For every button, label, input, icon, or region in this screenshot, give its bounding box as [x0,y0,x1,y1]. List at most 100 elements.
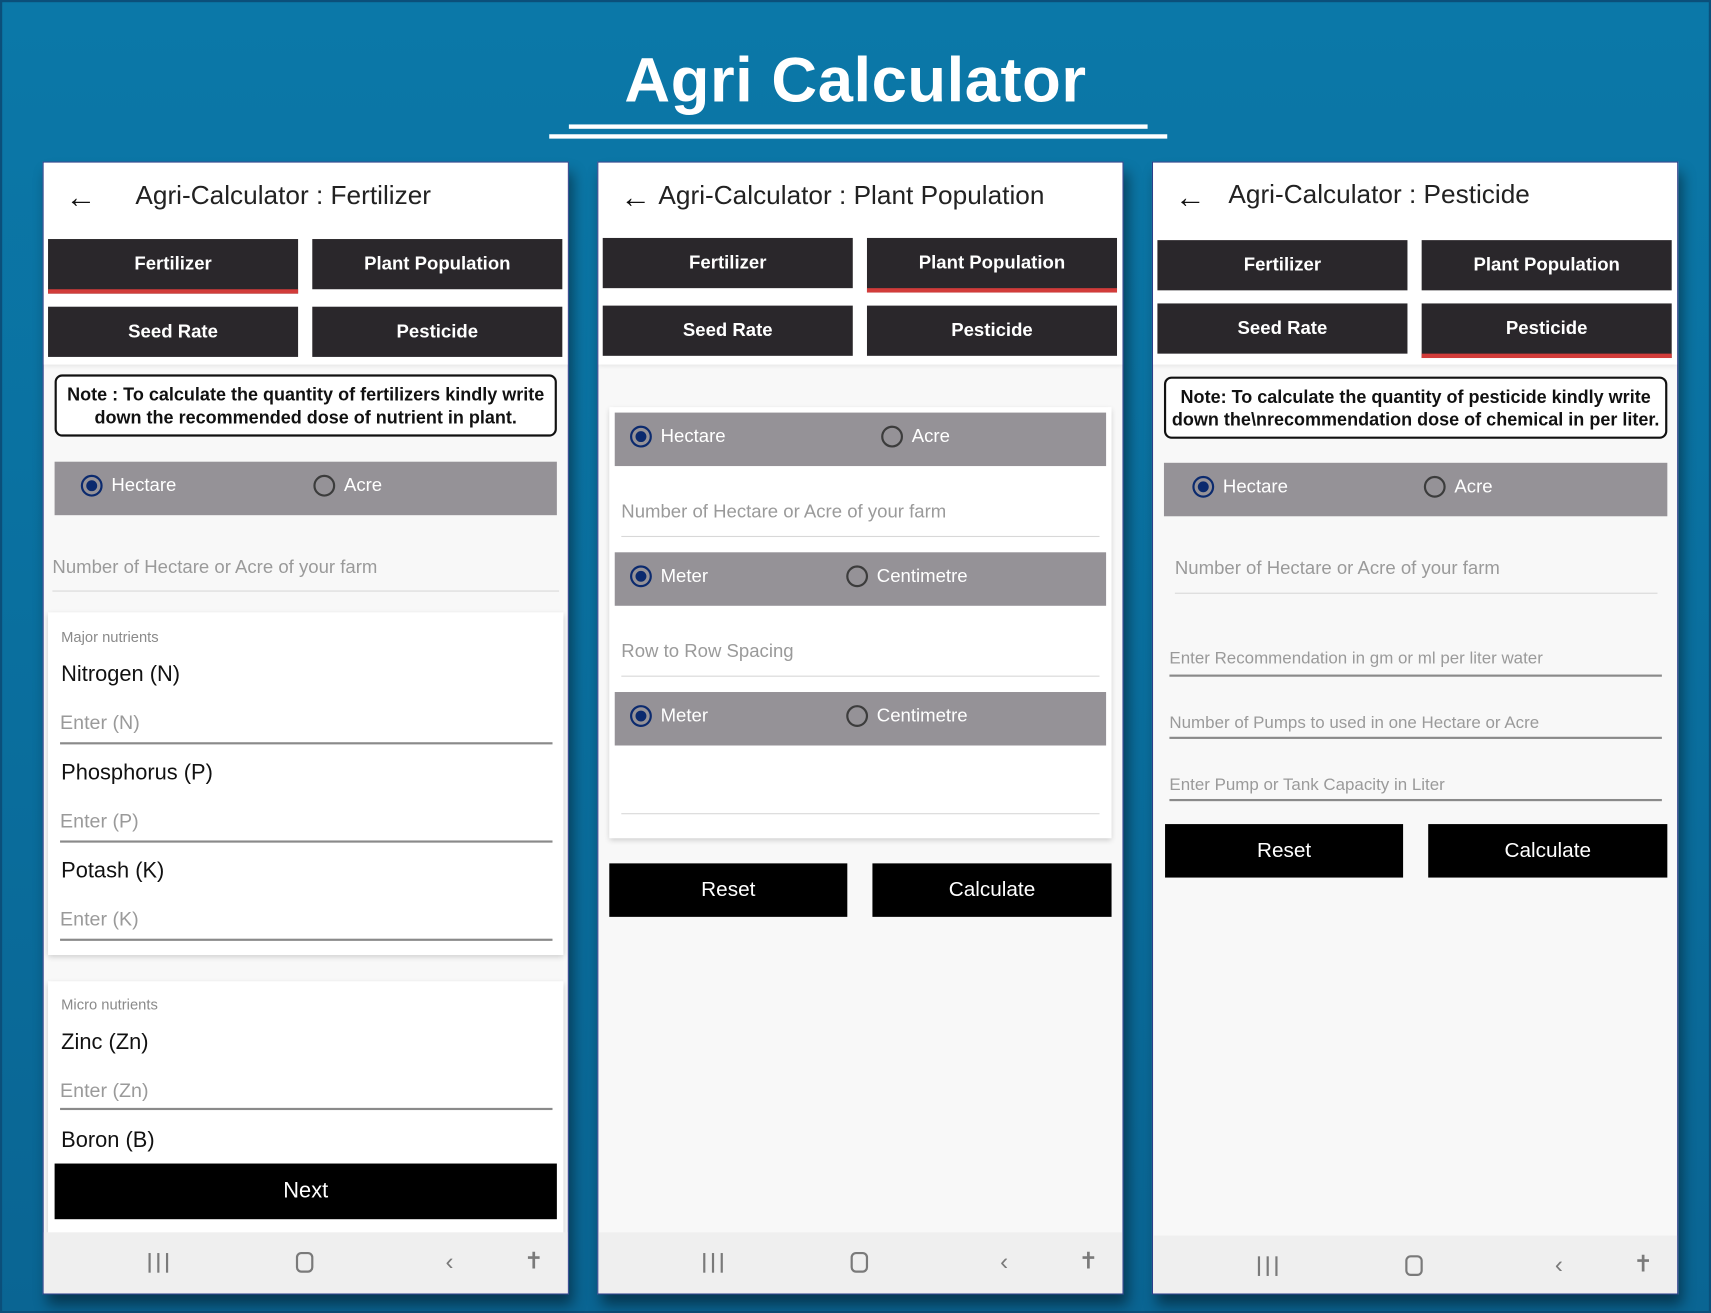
arrow-left-icon[interactable]: ← [620,180,651,215]
tab-fertilizer[interactable]: Fertilizer [48,239,299,294]
app-bar: ← Agri-Calculator : Pesticide Fertilizer… [1153,162,1678,365]
radio-meter[interactable]: Meter [630,705,708,727]
radio-hectare[interactable]: Hectare [1192,475,1288,498]
farm-size-field[interactable] [621,500,1100,523]
tab-seed-rate[interactable]: Seed Rate [48,306,299,357]
radio-checked-icon [630,705,652,727]
accessibility-icon[interactable]: ✝ [1079,1248,1098,1275]
radio-acre[interactable]: Acre [313,474,383,497]
capacity-input[interactable] [1169,774,1662,802]
phosphorus-field[interactable] [60,809,553,833]
recent-apps-icon[interactable] [1257,1256,1278,1276]
tab-fertilizer[interactable]: Fertilizer [602,237,853,289]
radio-checked-icon [80,474,103,497]
pumps-input[interactable] [1169,712,1662,739]
app-title: Agri-Calculator : Fertilizer [135,181,432,211]
recommendation-field[interactable] [1169,649,1662,670]
radio-checked-icon [630,425,652,448]
unit-radio-group: Hectare Acre [54,461,557,516]
nutrient-label: Boron (B) [61,1128,155,1153]
home-icon[interactable] [295,1251,314,1273]
row-spacing-input[interactable] [621,640,1100,677]
radio-label: Meter [660,705,709,726]
reset-button[interactable]: Reset [609,863,848,917]
next-button[interactable]: Next [54,1163,557,1220]
calculate-button[interactable]: Calculate [1428,824,1668,878]
farm-size-field[interactable] [52,556,560,579]
radio-centimetre[interactable]: Centimetre [846,705,968,727]
farm-size-input[interactable] [52,556,560,592]
section-label: Micro nutrients [61,996,158,1013]
title-underline [568,124,1148,129]
accessibility-icon[interactable]: ✝ [1633,1251,1652,1278]
spacing-unit-radio-group-2: Meter Centimetre [614,692,1107,746]
back-nav-icon[interactable]: ‹ [445,1248,453,1276]
phosphorus-input[interactable] [60,809,553,843]
radio-hectare[interactable]: Hectare [630,425,726,448]
tab-fertilizer[interactable]: Fertilizer [1157,240,1408,291]
system-nav-bar: ‹ ✝ [598,1232,1123,1294]
radio-unchecked-icon [313,474,336,497]
capacity-field[interactable] [1169,776,1662,796]
stage: Agri Calculator ← Agri-Calculator : Fert… [0,0,1711,1313]
recent-apps-icon[interactable] [148,1253,169,1273]
radio-hectare[interactable]: Hectare [80,474,177,497]
radio-centimetre[interactable]: Centimetre [846,565,968,588]
tab-seed-rate[interactable]: Seed Rate [1157,303,1408,354]
radio-unchecked-icon [1423,475,1446,498]
farm-size-field[interactable] [1174,557,1658,580]
home-icon[interactable] [850,1251,869,1273]
app-bar: ← Agri-Calculator : Plant Population Fer… [598,162,1123,365]
note-box: Note : To calculate the quantity of fert… [54,374,557,437]
radio-unchecked-icon [881,425,904,448]
radio-label: Hectare [111,474,177,496]
calculate-button[interactable]: Calculate [872,863,1112,917]
system-nav-bar: ‹ ✝ [43,1232,568,1294]
note-box: Note: To calculate the quantity of pesti… [1163,376,1668,439]
radio-unchecked-icon [846,705,869,727]
tab-pesticide[interactable]: Pesticide [1421,303,1672,359]
accessibility-icon[interactable]: ✝ [524,1248,543,1275]
radio-checked-icon [1192,475,1215,498]
pumps-field[interactable] [1169,713,1662,734]
farm-size-input[interactable] [1174,557,1658,594]
phone-plant-population: ← Agri-Calculator : Plant Population Fer… [597,161,1124,1295]
radio-acre[interactable]: Acre [1423,475,1493,498]
phone-pesticide: ← Agri-Calculator : Pesticide Fertilizer… [1151,161,1679,1295]
radio-label: Acre [1454,475,1493,497]
arrow-left-icon[interactable]: ← [1175,180,1206,215]
phone-fertilizer: ← Agri-Calculator : Fertilizer Fertilize… [42,161,569,1295]
app-title: Agri-Calculator : Pesticide [1228,180,1530,210]
home-icon[interactable] [1405,1255,1423,1276]
plant-spacing-field[interactable] [621,778,1100,801]
system-nav-bar: ‹ ✝ [1153,1235,1678,1294]
zinc-field[interactable] [60,1079,553,1103]
tab-pesticide[interactable]: Pesticide [312,306,563,357]
plant-spacing-input[interactable] [621,778,1100,815]
tab-seed-rate[interactable]: Seed Rate [602,305,853,356]
tab-plant-population[interactable]: Plant Population [1421,240,1672,291]
recommendation-input[interactable] [1169,649,1662,677]
potash-field[interactable] [60,908,553,932]
radio-label: Acre [911,425,950,447]
radio-acre[interactable]: Acre [881,425,950,448]
page-title: Agri Calculator [624,44,1087,116]
spacing-unit-radio-group: Meter Centimetre [614,552,1107,606]
back-nav-icon[interactable]: ‹ [1555,1251,1563,1279]
arrow-left-icon[interactable]: ← [66,180,97,215]
recent-apps-icon[interactable] [703,1253,723,1273]
radio-label: Meter [660,565,709,587]
tab-plant-population[interactable]: Plant Population [866,237,1118,293]
radio-label: Acre [343,474,383,496]
back-nav-icon[interactable]: ‹ [1000,1248,1008,1276]
tab-plant-population[interactable]: Plant Population [312,239,563,290]
nitrogen-field[interactable] [60,711,553,735]
nitrogen-input[interactable] [60,711,553,745]
farm-size-input[interactable] [621,500,1100,538]
potash-input[interactable] [60,908,553,941]
zinc-input[interactable] [60,1079,553,1111]
radio-meter[interactable]: Meter [630,565,709,588]
row-spacing-field[interactable] [621,640,1100,663]
reset-button[interactable]: Reset [1165,824,1404,878]
tab-pesticide[interactable]: Pesticide [866,305,1118,356]
